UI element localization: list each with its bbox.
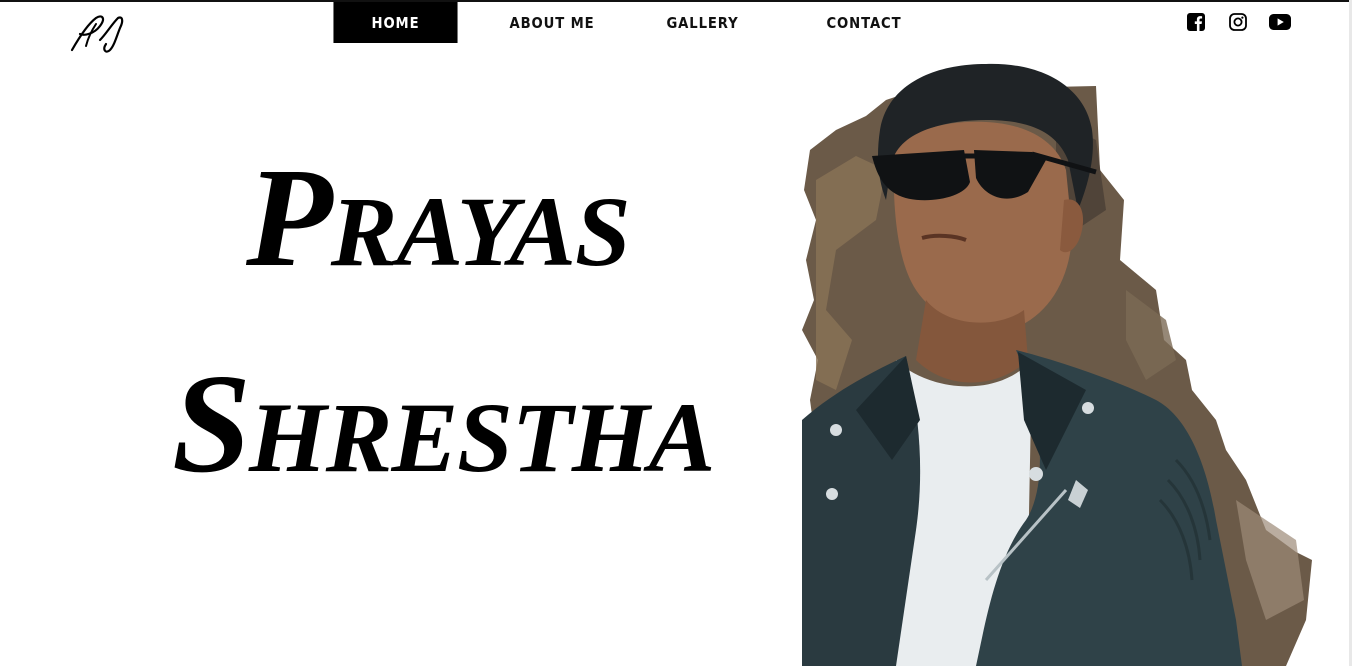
nav-gallery-label: GALLERY [666, 13, 739, 32]
nav-contact[interactable]: CONTACT [779, 2, 950, 43]
page: HOME ABOUT ME GALLERY CONTACT PRAYAS SHR… [0, 0, 1352, 666]
instagram-icon[interactable] [1228, 12, 1248, 32]
last-name-initial: S [172, 344, 251, 502]
last-name-rest: HRESTHA [248, 382, 715, 493]
nav-home[interactable]: HOME [333, 2, 458, 43]
signature-logo-icon[interactable] [66, 10, 130, 56]
first-name-initial: P [246, 138, 333, 296]
facebook-icon[interactable] [1186, 12, 1206, 32]
nav-gallery[interactable]: GALLERY [646, 2, 760, 43]
hero-first-name: PRAYAS [246, 146, 631, 288]
main-nav: HOME ABOUT ME GALLERY CONTACT [325, 2, 961, 43]
hero-last-name: SHRESTHA [172, 352, 715, 494]
portrait-photo [796, 60, 1316, 666]
youtube-icon[interactable] [1268, 12, 1292, 32]
nav-contact-label: CONTACT [826, 13, 902, 32]
nav-about-me-label: ABOUT ME [509, 13, 595, 32]
nav-about-me[interactable]: ABOUT ME [476, 2, 627, 43]
nav-home-label: HOME [371, 13, 420, 32]
first-name-rest: RAYAS [330, 176, 631, 287]
